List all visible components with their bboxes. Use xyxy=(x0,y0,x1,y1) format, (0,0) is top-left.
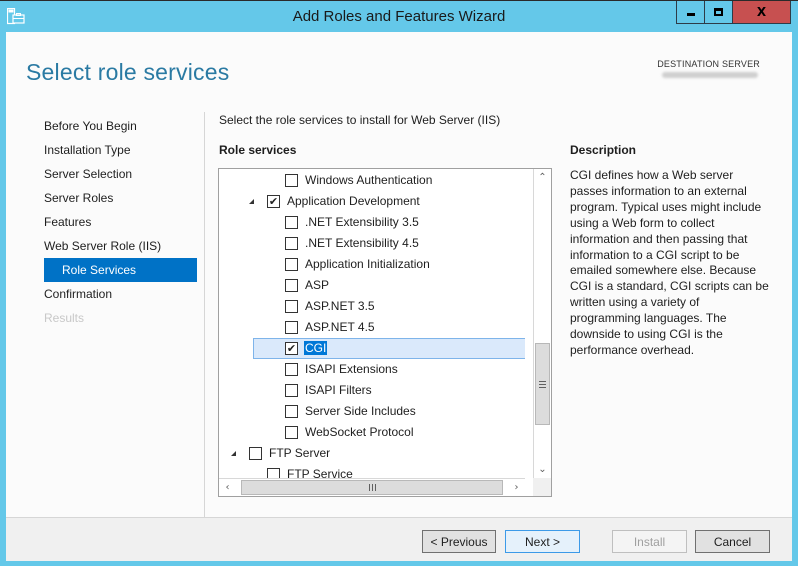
instructions-text: Select the role services to install for … xyxy=(219,113,501,127)
tree-item-label: FTP Service xyxy=(287,467,353,478)
scroll-up-button[interactable]: ⌃ xyxy=(534,169,551,186)
tree-item-label: Server Side Includes xyxy=(305,404,416,418)
chevron-up-icon: ⌃ xyxy=(538,172,547,183)
nav-item-before-you-begin[interactable]: Before You Begin xyxy=(44,114,197,138)
checkbox[interactable] xyxy=(249,447,262,460)
description-header: Description xyxy=(570,143,637,157)
nav-divider xyxy=(204,112,205,524)
tree-item-label: CGI xyxy=(304,341,328,355)
chevron-down-icon: ⌄ xyxy=(538,464,547,475)
checkbox[interactable] xyxy=(285,279,298,292)
checkbox[interactable] xyxy=(267,468,280,478)
window-controls: X xyxy=(676,1,791,24)
scroll-right-button[interactable]: › xyxy=(508,479,525,496)
horizontal-scroll-thumb[interactable] xyxy=(241,480,503,495)
scroll-down-button[interactable]: ⌄ xyxy=(534,461,551,478)
chevron-right-icon: › xyxy=(514,482,519,493)
role-services-tree[interactable]: Windows Authentication ✔ Application Devel… xyxy=(218,168,552,497)
nav-item-web-server-role[interactable]: Web Server Role (IIS) xyxy=(44,234,197,258)
nav-item-features[interactable]: Features xyxy=(44,210,197,234)
tree-item-label: ASP xyxy=(305,278,330,292)
checkbox[interactable]: ✔ xyxy=(285,342,298,355)
vertical-scroll-thumb[interactable] xyxy=(535,343,550,425)
expand-collapse-icon[interactable] xyxy=(231,451,236,456)
checkbox[interactable] xyxy=(285,174,298,187)
tree-item-label: .NET Extensibility 3.5 xyxy=(305,215,419,229)
tree-item-ftp-server[interactable]: FTP Server xyxy=(219,443,525,464)
cancel-button[interactable]: Cancel xyxy=(695,530,770,553)
scrollbar-corner xyxy=(533,478,551,496)
tree-item-label: Application Development xyxy=(287,194,420,208)
chevron-left-icon: ‹ xyxy=(225,482,230,493)
checkbox[interactable]: ✔ xyxy=(267,195,280,208)
nav-item-installation-type[interactable]: Installation Type xyxy=(44,138,197,162)
nav-item-server-roles[interactable]: Server Roles xyxy=(44,186,197,210)
tree-item-label: .NET Extensibility 4.5 xyxy=(305,236,419,250)
tree-item-isapi-filters[interactable]: ISAPI Filters xyxy=(219,380,525,401)
checkbox[interactable] xyxy=(285,300,298,313)
tree-item-windows-authentication[interactable]: Windows Authentication xyxy=(219,170,525,191)
grip-icon xyxy=(368,484,376,491)
close-icon: X xyxy=(756,5,767,19)
tree-item-ftp-service[interactable]: FTP Service xyxy=(219,464,525,478)
minimize-button[interactable] xyxy=(677,1,705,23)
tree-item-asp-net-4-5[interactable]: ASP.NET 4.5 xyxy=(219,317,525,338)
checkmark-icon: ✔ xyxy=(268,195,279,208)
nav-item-results: Results xyxy=(44,311,85,325)
tree-item-label: ISAPI Filters xyxy=(305,383,372,397)
horizontal-scrollbar[interactable]: ‹ › xyxy=(219,478,525,496)
previous-button[interactable]: < Previous xyxy=(422,530,496,553)
tree-item-label: ASP.NET 4.5 xyxy=(305,320,375,334)
tree-item-label: WebSocket Protocol xyxy=(305,425,414,439)
role-services-header: Role services xyxy=(219,143,297,157)
tree-viewport: Windows Authentication ✔ Application Devel… xyxy=(219,169,525,478)
scroll-left-button[interactable]: ‹ xyxy=(219,479,236,496)
tree-item-application-development[interactable]: ✔ Application Development xyxy=(219,191,525,212)
tree-item-server-side-includes[interactable]: Server Side Includes xyxy=(219,401,525,422)
expand-collapse-icon[interactable] xyxy=(249,199,254,204)
minimize-icon xyxy=(686,13,695,16)
tree-item-label: Windows Authentication xyxy=(305,173,433,187)
maximize-button[interactable] xyxy=(705,1,733,23)
title-bar[interactable]: Add Roles and Features Wizard X xyxy=(0,1,798,32)
install-button: Install xyxy=(612,530,687,553)
tree-item-websocket-protocol[interactable]: WebSocket Protocol xyxy=(219,422,525,443)
checkbox[interactable] xyxy=(285,321,298,334)
tree-item-label: ASP.NET 3.5 xyxy=(305,299,375,313)
checkbox[interactable] xyxy=(285,363,298,376)
checkbox[interactable] xyxy=(285,405,298,418)
tree-item-asp[interactable]: ASP xyxy=(219,275,525,296)
nav-item-role-services[interactable]: Role Services xyxy=(44,258,197,282)
checkbox[interactable] xyxy=(285,384,298,397)
close-button[interactable]: X xyxy=(733,1,790,23)
checkbox[interactable] xyxy=(285,237,298,250)
tree-item-asp-net-3-5[interactable]: ASP.NET 3.5 xyxy=(219,296,525,317)
tree-item-net-extensibility-4-5[interactable]: .NET Extensibility 4.5 xyxy=(219,233,525,254)
destination-server-label: DESTINATION SERVER xyxy=(657,59,760,69)
nav-item-server-selection[interactable]: Server Selection xyxy=(44,162,197,186)
tree-item-label: Application Initialization xyxy=(305,257,430,271)
description-text: CGI defines how a Web server passes info… xyxy=(570,168,769,357)
wizard-footer: < Previous Next > Install Cancel xyxy=(6,517,792,561)
tree-item-isapi-extensions[interactable]: ISAPI Extensions xyxy=(219,359,525,380)
tree-item-label: ISAPI Extensions xyxy=(305,362,398,376)
next-button[interactable]: Next > xyxy=(505,530,580,553)
tree-item-label: FTP Server xyxy=(269,446,331,460)
tree-item-cgi[interactable]: ✔ CGI xyxy=(219,338,525,359)
page-title: Select role services xyxy=(26,59,230,85)
checkbox[interactable] xyxy=(285,426,298,439)
vertical-scrollbar[interactable]: ⌃ ⌄ xyxy=(533,169,551,478)
wizard-nav: Before You Begin Installation Type Serve… xyxy=(44,114,197,330)
checkmark-icon: ✔ xyxy=(286,342,297,355)
checkbox[interactable] xyxy=(285,216,298,229)
checkbox[interactable] xyxy=(285,258,298,271)
tree-item-net-extensibility-3-5[interactable]: .NET Extensibility 3.5 xyxy=(219,212,525,233)
wizard-content: Select role services DESTINATION SERVER … xyxy=(6,32,792,524)
wizard-window: Add Roles and Features Wizard X Select r… xyxy=(0,0,798,566)
destination-server-value-blurred xyxy=(662,72,758,78)
tree-item-application-initialization[interactable]: Application Initialization xyxy=(219,254,525,275)
grip-icon xyxy=(539,380,546,388)
maximize-icon xyxy=(714,8,723,16)
nav-item-confirmation[interactable]: Confirmation xyxy=(44,282,197,306)
